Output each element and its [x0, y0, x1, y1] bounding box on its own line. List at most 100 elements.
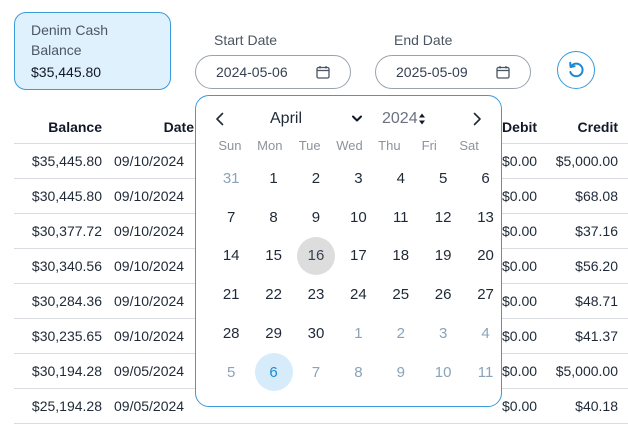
calendar-day-label: 21: [222, 286, 240, 304]
start-date-label: Start Date: [214, 32, 278, 48]
calendar-day-label: 10: [350, 208, 367, 226]
calendar-day[interactable]: 15: [252, 237, 294, 276]
calendar-day[interactable]: 3: [337, 159, 379, 198]
calendar-day[interactable]: 3: [422, 314, 464, 353]
weekday-label: Tue: [298, 138, 321, 153]
calendar-day[interactable]: 1: [337, 314, 379, 353]
cell-credit: $56.20: [547, 248, 628, 284]
calendar-day-label: 29: [265, 325, 282, 343]
calendar-day-label: 6: [481, 169, 490, 187]
calendar-day[interactable]: 13: [464, 198, 506, 237]
cell-date: 09/05/2024: [112, 353, 204, 389]
calendar-day-label: 28: [222, 325, 240, 343]
cell-date: 09/10/2024: [112, 143, 204, 179]
header-date[interactable]: Date: [112, 112, 204, 144]
cell-credit: $40.18: [547, 388, 628, 424]
calendar-day[interactable]: 23: [295, 275, 337, 314]
cell-credit: $5,000.00: [547, 143, 628, 179]
calendar-day[interactable]: 29: [252, 314, 294, 353]
calendar-day[interactable]: 4: [380, 159, 422, 198]
calendar-day[interactable]: 5: [210, 353, 252, 392]
year-stepper-value: 2024: [382, 110, 418, 127]
calendar-icon[interactable]: [316, 65, 330, 79]
date-picker-header: April 2024: [208, 105, 489, 133]
calendar-day[interactable]: 17: [337, 237, 379, 276]
calendar-day[interactable]: 25: [380, 275, 422, 314]
header-debit[interactable]: Debit: [502, 112, 548, 144]
weekday-label: Mon: [257, 138, 283, 153]
month-select[interactable]: April: [270, 110, 362, 128]
cell-debit: $0.00: [502, 213, 548, 249]
cell-balance: $25,194.28: [14, 388, 112, 424]
calendar-day-label: 8: [269, 208, 278, 226]
calendar-day-label: 3: [438, 325, 448, 343]
calendar-day[interactable]: 11: [380, 198, 422, 237]
calendar-day-label: 20: [477, 247, 494, 265]
calendar-day[interactable]: 4: [464, 314, 506, 353]
calendar-day-label: 2: [311, 169, 321, 187]
calendar-day-label: 23: [307, 286, 325, 304]
calendar-day[interactable]: 14: [210, 237, 252, 276]
account-balance: $35,445.80: [31, 64, 102, 80]
calendar-day[interactable]: 9: [295, 198, 337, 237]
end-date-input[interactable]: 2025-05-09: [375, 55, 531, 89]
calendar-day[interactable]: 27: [464, 275, 506, 314]
calendar-day[interactable]: 21: [210, 275, 252, 314]
calendar-day[interactable]: 19: [422, 237, 464, 276]
start-date-input[interactable]: 2024-05-06: [195, 55, 351, 89]
calendar-day[interactable]: 24: [337, 275, 379, 314]
weekday-label: Sat: [459, 138, 479, 153]
calendar-day[interactable]: 1: [252, 159, 294, 198]
calendar-day[interactable]: 20: [464, 237, 506, 276]
calendar-day[interactable]: 5: [422, 159, 464, 198]
cell-date: 09/05/2024: [112, 388, 204, 424]
cell-balance: $30,235.65: [14, 318, 112, 354]
reset-filters-button[interactable]: [557, 51, 595, 89]
start-date-value: 2024-05-06: [216, 64, 288, 80]
calendar-day[interactable]: 9: [380, 353, 422, 392]
cell-date: 09/10/2024: [112, 213, 204, 249]
cell-debit: $0.00: [502, 283, 548, 319]
account-card[interactable]: Denim Cash Balance $35,445.80: [14, 12, 171, 90]
previous-month-button[interactable]: [208, 107, 232, 131]
refresh-icon: [569, 61, 584, 78]
calendar-day[interactable]: 11: [464, 353, 506, 392]
calendar-day[interactable]: 12: [422, 198, 464, 237]
next-month-button[interactable]: [465, 107, 489, 131]
calendar-icon[interactable]: [496, 65, 510, 79]
calendar-day[interactable]: 6: [464, 159, 506, 198]
calendar-day[interactable]: 26: [422, 275, 464, 314]
calendar-day-label: 13: [477, 208, 494, 226]
cell-balance: $30,445.80: [14, 178, 112, 214]
calendar-day[interactable]: 8: [252, 198, 294, 237]
calendar-day-today[interactable]: 16: [295, 236, 337, 276]
calendar-day-selected[interactable]: 6: [252, 353, 294, 392]
calendar-day[interactable]: 8: [337, 353, 379, 392]
chevron-down-icon: [352, 115, 362, 122]
year-stepper[interactable]: 2024: [382, 110, 430, 128]
calendar-day[interactable]: 2: [295, 159, 337, 198]
month-select-value: April: [270, 110, 303, 127]
header-balance[interactable]: Balance: [14, 112, 112, 144]
calendar-day[interactable]: 7: [210, 198, 252, 237]
cell-debit: $0.00: [502, 178, 548, 214]
calendar-day-label: 8: [354, 363, 363, 381]
weekday-header-row: Sun Mon Tue Wed Thu Fri Sat: [210, 138, 489, 158]
calendar-day[interactable]: 10: [337, 198, 379, 237]
calendar-day[interactable]: 28: [210, 314, 252, 353]
calendar-day[interactable]: 31: [210, 159, 252, 198]
calendar-day-label: 30: [307, 325, 325, 343]
calendar-day[interactable]: 7: [295, 353, 337, 392]
calendar-day[interactable]: 2: [380, 314, 422, 353]
calendar-day[interactable]: 30: [295, 314, 337, 353]
spin-arrows-icon[interactable]: [418, 112, 426, 126]
header-credit[interactable]: Credit: [547, 112, 628, 144]
calendar-day-label: 9: [311, 208, 321, 226]
calendar-day[interactable]: 22: [252, 275, 294, 314]
calendar-day[interactable]: 18: [380, 237, 422, 276]
chevron-right-icon: [473, 112, 481, 126]
end-date-group: End Date 2025-05-09: [375, 32, 531, 89]
cell-debit: $0.00: [502, 353, 548, 389]
end-date-label: End Date: [394, 32, 453, 48]
calendar-day[interactable]: 10: [422, 353, 464, 392]
